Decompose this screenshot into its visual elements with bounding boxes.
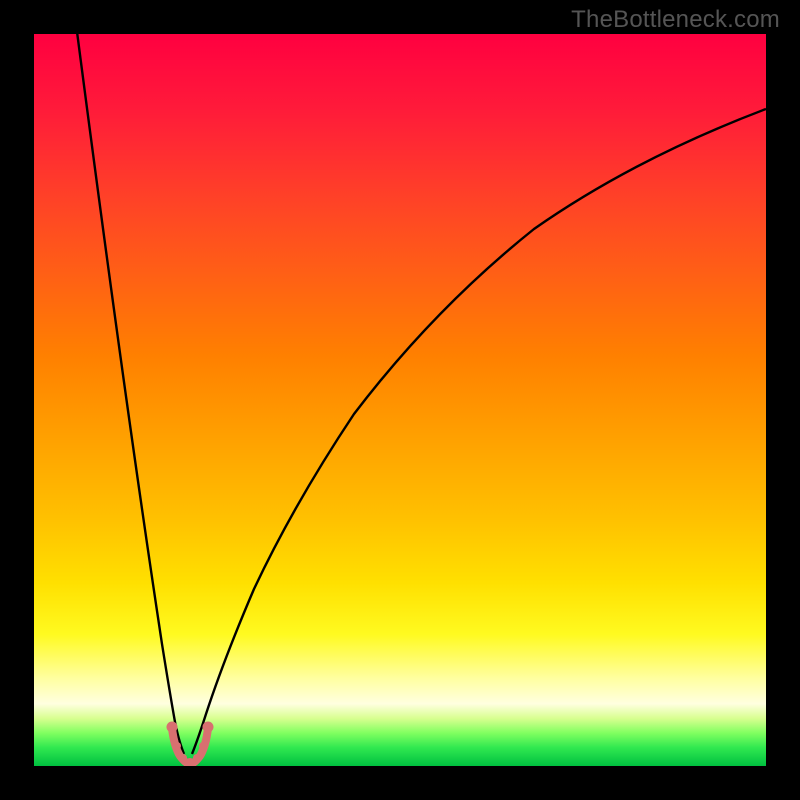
chart-frame: TheBottleneck.com xyxy=(0,0,800,800)
watermark-text: TheBottleneck.com xyxy=(571,6,780,34)
curve-left-branch xyxy=(76,34,184,754)
optimal-marker-dot xyxy=(199,742,207,750)
curve-right-branch xyxy=(192,109,766,754)
optimal-marker-left xyxy=(167,722,178,733)
plot-area xyxy=(34,34,766,766)
optimal-marker-right xyxy=(203,722,214,733)
optimal-marker-dot xyxy=(173,742,181,750)
optimal-marker-dot xyxy=(179,754,187,762)
optimal-marker-dot xyxy=(186,758,194,766)
optimal-marker-dot xyxy=(193,754,201,762)
curve-layer xyxy=(34,34,766,766)
